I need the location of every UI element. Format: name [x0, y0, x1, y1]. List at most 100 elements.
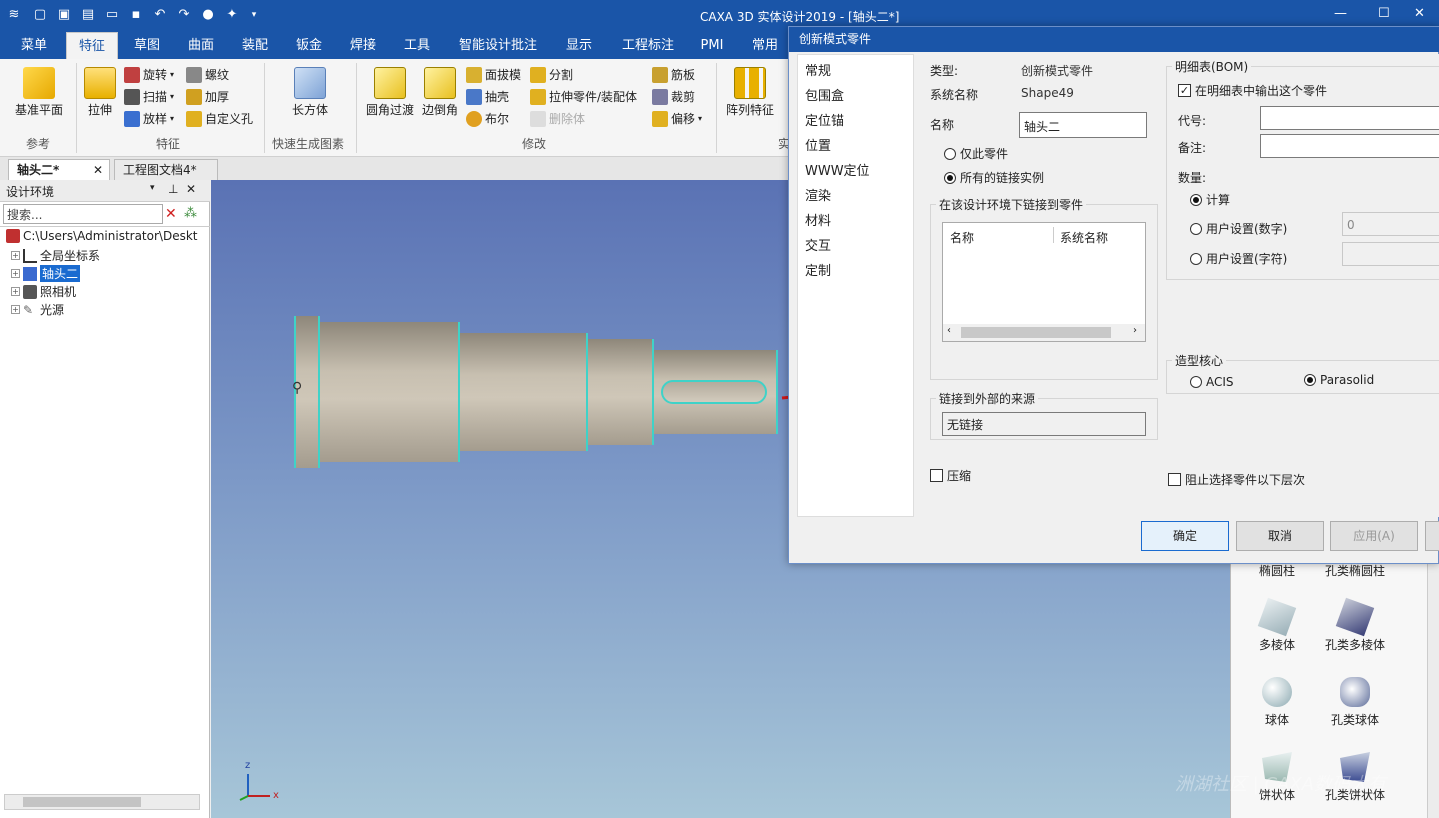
save-copy-icon[interactable]: ▤: [80, 7, 96, 23]
nav-anchor[interactable]: 定位锚: [805, 110, 844, 129]
shell-button[interactable]: 抽壳: [466, 88, 509, 105]
keyway-slot[interactable]: [661, 380, 767, 404]
horizontal-scrollbar[interactable]: [4, 794, 200, 810]
extrude-part-button[interactable]: 拉伸零件/装配体: [530, 88, 637, 105]
box-button[interactable]: 长方体: [288, 67, 332, 118]
expand-icon[interactable]: +: [11, 269, 20, 278]
rib-button[interactable]: 筋板: [652, 66, 695, 83]
tree-item-part[interactable]: + 轴头二: [11, 265, 81, 282]
revolve-button[interactable]: 旋转 ▾: [124, 66, 174, 83]
ok-button[interactable]: 确定: [1141, 521, 1229, 551]
scroll-right-icon[interactable]: ›: [1133, 325, 1137, 336]
redo-icon[interactable]: ↷: [176, 7, 192, 23]
delete-body-button[interactable]: 删除体: [530, 110, 585, 127]
block-select-checkbox[interactable]: 阻止选择零件以下层次: [1168, 471, 1305, 488]
tab-sketch[interactable]: 草图: [124, 32, 170, 59]
radio-kernel-acis[interactable]: ACIS: [1190, 375, 1234, 389]
draft-button[interactable]: 面拔模: [466, 66, 521, 83]
nav-general[interactable]: 常规: [805, 60, 831, 79]
thicken-button[interactable]: 加厚: [186, 88, 229, 105]
doc-tab-drawing[interactable]: 工程图文档4*: [114, 159, 218, 180]
tab-assembly[interactable]: 装配: [232, 32, 278, 59]
remark-input[interactable]: [1260, 134, 1439, 158]
pin-icon[interactable]: ⊥: [168, 182, 178, 196]
nav-custom[interactable]: 定制: [805, 260, 831, 279]
tab-feature[interactable]: 特征: [66, 32, 118, 59]
open-folder-icon[interactable]: ▭: [104, 7, 120, 23]
radio-qty-user-number[interactable]: 用户设置(数字): [1190, 220, 1287, 237]
nav-material[interactable]: 材料: [805, 210, 831, 229]
extrude-button[interactable]: 拉伸: [82, 67, 118, 118]
close-panel-icon[interactable]: ✕: [186, 182, 196, 196]
filter-icon[interactable]: ⁂: [184, 206, 197, 221]
tab-smart-annotation[interactable]: 智能设计批注: [452, 32, 544, 59]
tab-sheet-metal[interactable]: 钣金: [286, 32, 332, 59]
code-input[interactable]: [1260, 106, 1439, 130]
close-file-icon[interactable]: ▣: [56, 7, 72, 23]
help-button[interactable]: [1425, 521, 1439, 551]
undo-icon[interactable]: ↶: [152, 7, 168, 23]
trim-button[interactable]: 裁剪: [652, 88, 695, 105]
search-input[interactable]: 搜索...: [3, 204, 163, 224]
quick-access-dropdown-icon[interactable]: ▾: [246, 7, 262, 23]
custom-hole-button[interactable]: 自定义孔: [186, 110, 253, 127]
nav-position[interactable]: 位置: [805, 135, 831, 154]
tab-common[interactable]: 常用: [742, 32, 788, 59]
clear-search-icon[interactable]: ✕: [165, 206, 177, 222]
shape-elliptic-cylinder[interactable]: 椭圆柱: [1245, 562, 1309, 579]
tab-surface[interactable]: 曲面: [178, 32, 224, 59]
tab-engineering-annotation[interactable]: 工程标注: [614, 32, 682, 59]
boolean-button[interactable]: 布尔: [466, 110, 509, 127]
tree-item-camera[interactable]: + 照相机: [11, 283, 76, 300]
nav-interaction[interactable]: 交互: [805, 235, 831, 254]
effects-icon[interactable]: ✦: [224, 7, 240, 23]
anchor-pin-icon[interactable]: ⚲: [292, 380, 302, 396]
nav-render[interactable]: 渲染: [805, 185, 831, 204]
compress-checkbox[interactable]: 压缩: [930, 467, 971, 484]
apply-button[interactable]: 应用(A): [1330, 521, 1418, 551]
qty-string-input[interactable]: [1342, 242, 1439, 266]
expand-icon[interactable]: +: [11, 251, 20, 260]
radio-only-part[interactable]: 仅此零件: [944, 145, 1008, 162]
panel-menu-icon[interactable]: ▾: [150, 183, 155, 193]
tab-menu[interactable]: 菜单: [10, 32, 58, 59]
scrollbar-thumb[interactable]: [23, 797, 141, 807]
tab-weld[interactable]: 焊接: [340, 32, 386, 59]
shape-hole-elliptic-cylinder[interactable]: 孔类椭圆柱: [1315, 562, 1395, 579]
qty-number-input[interactable]: 0: [1342, 212, 1439, 236]
bom-output-checkbox[interactable]: ✓ 在明细表中输出这个零件: [1178, 82, 1327, 99]
new-file-icon[interactable]: ▢: [32, 7, 48, 23]
nav-bounding-box[interactable]: 包围盒: [805, 85, 844, 104]
minimize-icon[interactable]: —: [1334, 6, 1347, 21]
thread-button[interactable]: 螺纹: [186, 66, 229, 83]
chamfer-button[interactable]: 边倒角: [420, 67, 460, 118]
tree-root[interactable]: C:\Users\Administrator\Deskt: [6, 229, 198, 243]
shape-polygon-prism[interactable]: 多棱体: [1245, 597, 1309, 653]
app-logo-icon[interactable]: ≋: [6, 7, 22, 23]
linked-parts-list[interactable]: 名称 系统名称 ‹ ›: [942, 222, 1146, 342]
tab-tools[interactable]: 工具: [394, 32, 440, 59]
name-input[interactable]: 轴头二: [1019, 112, 1147, 138]
sweep-button[interactable]: 扫描 ▾: [124, 88, 174, 105]
datum-plane-button[interactable]: 基准平面: [10, 67, 68, 118]
maximize-icon[interactable]: ☐: [1378, 6, 1390, 21]
cancel-button[interactable]: 取消: [1236, 521, 1324, 551]
tree-item-global-coordinates[interactable]: + 全局坐标系: [11, 247, 100, 264]
render-icon[interactable]: ●: [200, 7, 216, 23]
fillet-button[interactable]: 圆角过渡: [364, 67, 416, 118]
shape-sphere[interactable]: 球体: [1245, 677, 1309, 728]
pattern-button[interactable]: 阵列特征: [722, 67, 778, 118]
radio-all-links[interactable]: 所有的链接实例: [944, 169, 1044, 186]
shaft-segment[interactable]: [318, 322, 460, 462]
list-scrollbar[interactable]: ‹ ›: [943, 324, 1145, 341]
split-button[interactable]: 分割: [530, 66, 573, 83]
expand-icon[interactable]: +: [11, 305, 20, 314]
scrollbar-thumb[interactable]: [961, 327, 1111, 338]
offset-button[interactable]: 偏移 ▾: [652, 110, 702, 127]
radio-qty-user-string[interactable]: 用户设置(字符): [1190, 250, 1287, 267]
close-tab-icon[interactable]: ✕: [93, 160, 103, 180]
shape-library-scrollbar[interactable]: [1427, 562, 1439, 818]
shape-hole-polygon-prism[interactable]: 孔类多棱体: [1315, 597, 1395, 653]
scroll-left-icon[interactable]: ‹: [947, 325, 951, 336]
shape-hole-sphere[interactable]: 孔类球体: [1315, 677, 1395, 728]
